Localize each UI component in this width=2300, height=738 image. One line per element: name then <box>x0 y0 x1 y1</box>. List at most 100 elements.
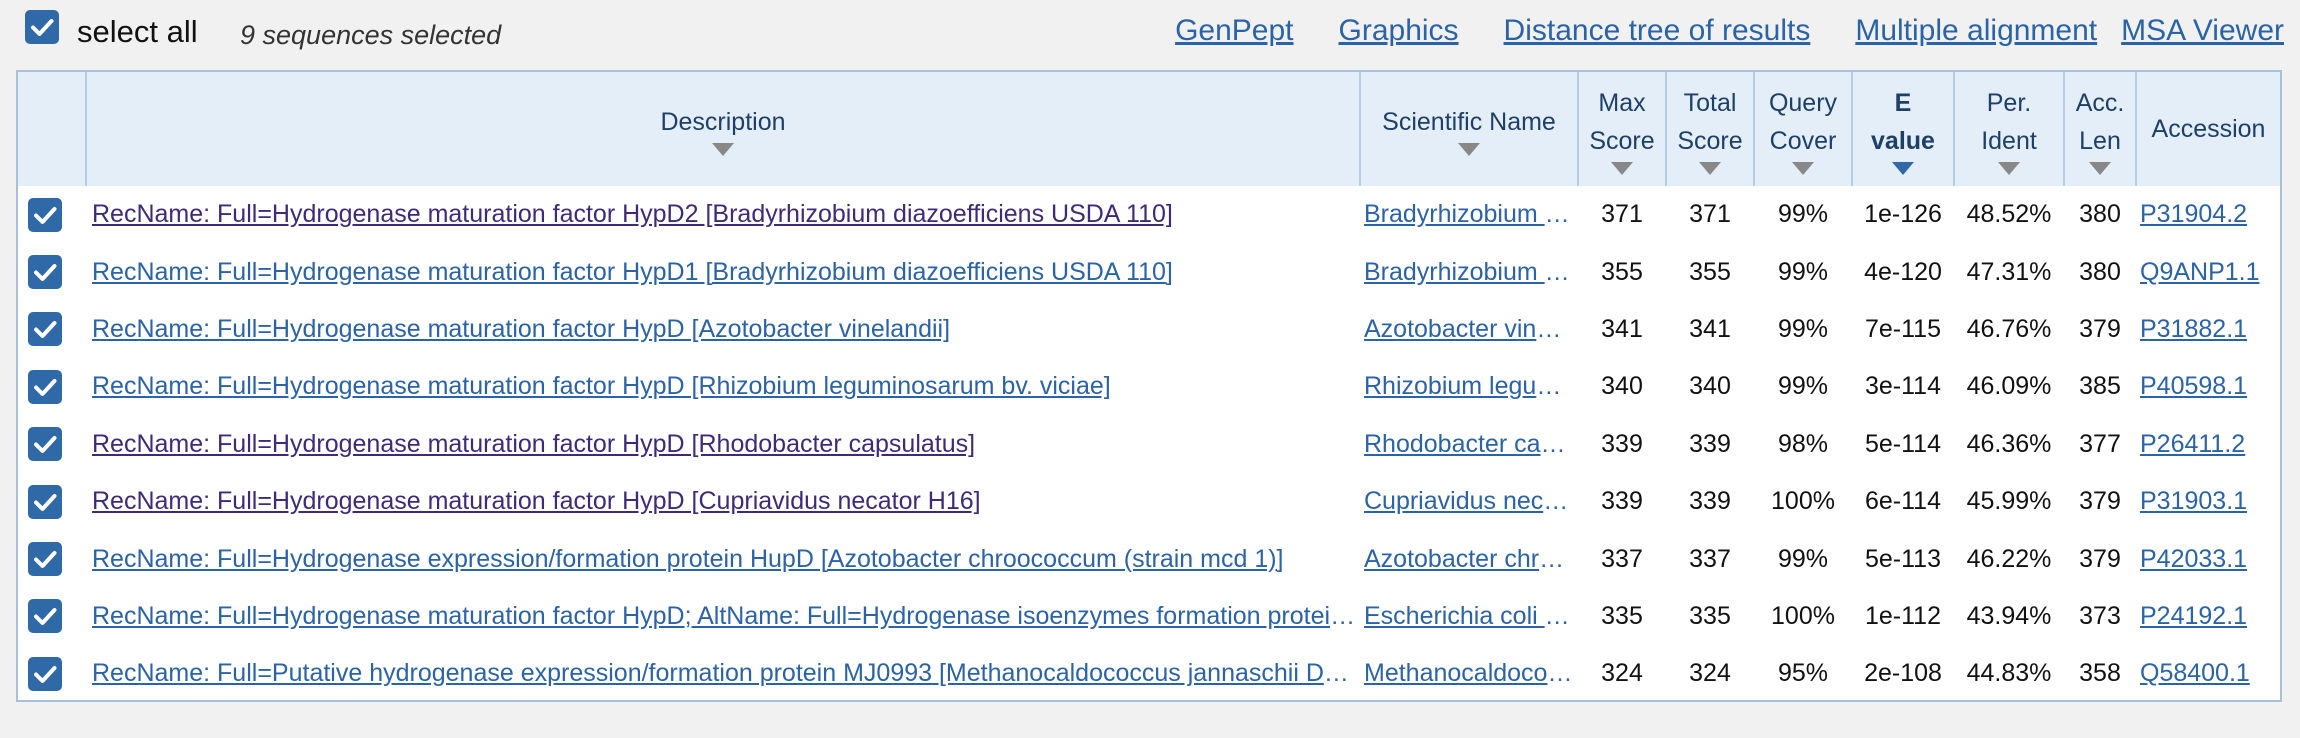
sort-arrow-active-icon[interactable] <box>1892 161 1914 175</box>
row-checkbox[interactable] <box>28 542 62 577</box>
scientific-name-link[interactable]: Bradyrhizobium diazoefficiens USDA 110 <box>1364 258 1574 287</box>
accession-cell: P42033.1 <box>2136 530 2280 587</box>
per-ident-cell: 43.94% <box>1966 601 2052 630</box>
accession-link[interactable]: P24192.1 <box>2140 602 2247 630</box>
scientific-name-link[interactable]: Azotobacter vinelandii <box>1364 315 1574 344</box>
accession-link[interactable]: P40598.1 <box>2140 372 2247 400</box>
description-link[interactable]: RecName: Full=Hydrogenase maturation fac… <box>92 315 1356 344</box>
table-row: RecName: Full=Hydrogenase expression/for… <box>18 530 2280 587</box>
description-link[interactable]: RecName: Full=Hydrogenase maturation fac… <box>92 372 1356 401</box>
scientific-name-link[interactable]: Bradyrhizobium diazoefficiens USDA 110 <box>1364 200 1574 229</box>
sort-arrow-icon[interactable] <box>1458 142 1480 156</box>
max-score-cell: 339 <box>1601 487 1643 516</box>
description-cell: RecName: Full=Hydrogenase maturation fac… <box>86 416 1360 473</box>
query-cover-cell: 100% <box>1771 487 1835 516</box>
header-per-ident[interactable]: Per. Ident <box>1953 72 2064 186</box>
accession-cell: P31903.1 <box>2136 473 2280 530</box>
query-cover-cell: 99% <box>1777 372 1829 401</box>
header-scientific-name[interactable]: Scientific Name <box>1359 72 1578 186</box>
scientific-name-cell: Rhizobium leguminosarum bv. viciae <box>1360 358 1578 415</box>
description-link[interactable]: RecName: Full=Hydrogenase maturation fac… <box>92 258 1356 287</box>
description-cell: RecName: Full=Hydrogenase maturation fac… <box>86 301 1360 358</box>
description-link[interactable]: RecName: Full=Hydrogenase maturation fac… <box>92 602 1356 631</box>
description-link[interactable]: RecName: Full=Putative hydrogenase expre… <box>92 659 1356 688</box>
header-description[interactable]: Description <box>85 72 1360 186</box>
row-checkbox[interactable] <box>28 312 62 347</box>
acc-len-cell: 358 <box>2079 659 2121 688</box>
row-checkbox[interactable] <box>28 599 62 634</box>
description-link[interactable]: RecName: Full=Hydrogenase maturation fac… <box>92 200 1356 229</box>
table-row: RecName: Full=Hydrogenase maturation fac… <box>18 473 2280 530</box>
row-checkbox[interactable] <box>28 369 62 404</box>
accession-link[interactable]: P31903.1 <box>2140 487 2247 515</box>
e-value-cell: 1e-112 <box>1865 601 1941 630</box>
header-label-line: Len <box>2079 126 2121 155</box>
sort-arrow-icon[interactable] <box>1792 161 1814 175</box>
accession-link[interactable]: Q9ANP1.1 <box>2140 258 2260 286</box>
header-accession[interactable]: Accession <box>2135 72 2280 186</box>
header-query-cover[interactable]: Query Cover <box>1753 72 1852 186</box>
distance-tree-link[interactable]: Distance tree of results <box>1504 14 1811 48</box>
max-score-cell: 335 <box>1601 601 1643 630</box>
acc-len-cell: 379 <box>2079 544 2121 573</box>
scientific-name-link[interactable]: Azotobacter chroococcum <box>1364 545 1574 574</box>
accession-link[interactable]: P26411.2 <box>2140 430 2245 458</box>
header-acc-len[interactable]: Acc. Len <box>2063 72 2136 186</box>
graphics-link[interactable]: Graphics <box>1339 14 1459 48</box>
e-value-cell: 4e-120 <box>1864 257 1942 286</box>
scientific-name-link[interactable]: Cupriavidus necator H16 <box>1364 487 1574 516</box>
description-cell: RecName: Full=Hydrogenase maturation fac… <box>86 473 1360 530</box>
header-max-score[interactable]: Max Score <box>1577 72 1666 186</box>
scientific-name-link[interactable]: Escherichia coli K-12 <box>1364 602 1574 631</box>
genpept-link[interactable]: GenPept <box>1175 14 1293 48</box>
header-total-score[interactable]: Total Score <box>1665 72 1754 186</box>
query-cover-cell: 99% <box>1777 257 1829 286</box>
row-checkbox[interactable] <box>28 656 62 691</box>
total-score-cell: 339 <box>1689 487 1731 516</box>
accession-link[interactable]: P42033.1 <box>2140 545 2247 573</box>
multiple-alignment-link[interactable]: Multiple alignment <box>1855 14 2097 48</box>
max-score-cell: 337 <box>1601 544 1643 573</box>
total-score-cell: 324 <box>1689 659 1731 688</box>
header-row: Description Scientific Name Max Score To… <box>18 72 2280 186</box>
row-select-cell <box>18 301 86 358</box>
select-all-label[interactable]: select all <box>77 14 198 50</box>
header-e-value[interactable]: E value <box>1851 72 1954 186</box>
total-score-cell: 335 <box>1689 601 1731 630</box>
accession-link[interactable]: P31904.2 <box>2140 200 2247 228</box>
row-checkbox[interactable] <box>28 427 62 462</box>
row-checkbox[interactable] <box>28 255 62 290</box>
sort-arrow-icon[interactable] <box>1998 161 2020 175</box>
e-value-cell: 5e-114 <box>1865 429 1941 458</box>
description-link[interactable]: RecName: Full=Hydrogenase maturation fac… <box>92 430 1356 459</box>
row-checkbox[interactable] <box>28 197 62 232</box>
accession-link[interactable]: P31882.1 <box>2140 315 2247 343</box>
total-score-cell: 340 <box>1689 372 1731 401</box>
results-toolbar: select all 9 sequences selected GenPept … <box>0 0 2300 66</box>
total-score-cell: 341 <box>1689 314 1731 343</box>
sort-arrow-icon[interactable] <box>2089 161 2111 175</box>
accession-link[interactable]: Q58400.1 <box>2140 659 2250 687</box>
query-cover-cell: 100% <box>1771 601 1835 630</box>
query-cover-cell: 98% <box>1777 429 1829 458</box>
description-cell: RecName: Full=Hydrogenase maturation fac… <box>86 186 1360 243</box>
sort-arrow-icon[interactable] <box>712 142 734 156</box>
msa-viewer-link[interactable]: MSA Viewer <box>2121 14 2284 48</box>
scientific-name-link[interactable]: Methanocaldococcus jannaschii DSM 2661 <box>1364 659 1574 688</box>
sort-arrow-icon[interactable] <box>1611 161 1633 175</box>
e-value-cell: 7e-115 <box>1865 314 1941 343</box>
sort-arrow-icon[interactable] <box>1699 161 1721 175</box>
scientific-name-link[interactable]: Rhizobium leguminosarum bv. viciae <box>1364 372 1574 401</box>
scientific-name-cell: Cupriavidus necator H16 <box>1360 473 1578 530</box>
description-link[interactable]: RecName: Full=Hydrogenase expression/for… <box>92 545 1356 574</box>
select-all-checkbox[interactable] <box>25 10 59 44</box>
header-description-label: Description <box>660 107 786 136</box>
row-checkbox[interactable] <box>28 484 62 519</box>
header-label-line: Acc. <box>2075 88 2125 117</box>
e-value-cell: 2e-108 <box>1864 659 1942 688</box>
description-link[interactable]: RecName: Full=Hydrogenase maturation fac… <box>92 487 1356 516</box>
scientific-name-link[interactable]: Rhodobacter capsulatus <box>1364 430 1574 459</box>
total-score-cell: 337 <box>1689 544 1731 573</box>
max-score-cell: 371 <box>1601 200 1643 229</box>
table-row: RecName: Full=Hydrogenase maturation fac… <box>18 416 2280 473</box>
